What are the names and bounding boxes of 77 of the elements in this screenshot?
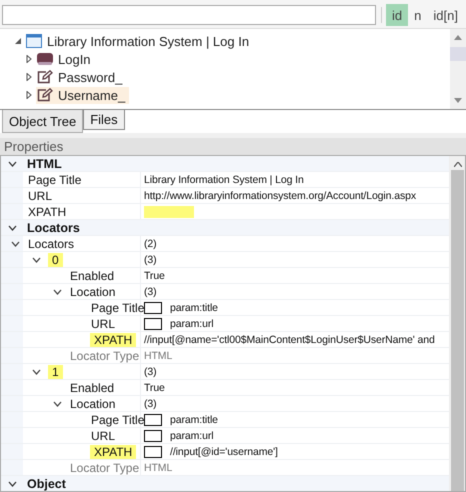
collapse-chevron-icon[interactable] (32, 368, 40, 374)
property-value: True (144, 270, 165, 282)
property-name: URL (27, 188, 54, 202)
property-name: Page Title (90, 300, 146, 314)
filter-toggle[interactable]: id[n] (427, 4, 464, 26)
collapse-chevron-icon[interactable] (52, 400, 62, 406)
tab[interactable]: Object Tree (2, 110, 84, 133)
category-label: Object (27, 476, 66, 490)
expanded-arrow-icon[interactable] (14, 37, 22, 45)
property-name: Locators (27, 236, 76, 250)
scrollbar[interactable] (450, 29, 466, 109)
property-value: Library Information System | Log In (144, 174, 304, 186)
property-value: HTML (144, 350, 172, 362)
collapse-chevron-icon[interactable] (8, 160, 17, 166)
parameter-checkbox[interactable] (144, 414, 162, 426)
property-name: 0 (48, 252, 63, 266)
property-name: Page Title (27, 172, 82, 186)
property-value: param:title (170, 414, 218, 426)
button-icon (37, 53, 53, 65)
edit-icon (37, 88, 53, 102)
property-value: (3) (144, 398, 157, 410)
collapse-chevron-icon[interactable] (8, 480, 17, 486)
property-name: XPATH (90, 444, 136, 458)
property-value: (3) (144, 254, 157, 266)
property-value: (2) (144, 238, 157, 250)
search-field[interactable] (2, 5, 376, 25)
property-value: (3) (144, 366, 157, 378)
category-label: HTML (27, 156, 62, 170)
property-value: http://www.libraryinformationsystem.org/Account/Login.aspx (144, 190, 416, 202)
tree-item[interactable]: LogIn (36, 50, 95, 68)
property-name: XPATH (90, 332, 136, 346)
property-name: Page Title (90, 412, 146, 426)
tree-item[interactable]: Library Information System | Log In (25, 32, 254, 50)
scroll-up-icon[interactable] (454, 35, 462, 40)
collapsed-arrow-icon[interactable] (25, 91, 33, 99)
collapsed-arrow-icon[interactable] (25, 55, 33, 63)
panel-header: Properties (0, 138, 466, 155)
property-name: Location (69, 396, 116, 410)
property-value: //input[@id='username'] (170, 446, 278, 458)
tree-item[interactable]: Password_ (36, 68, 126, 86)
property-name: Locator Type (69, 460, 140, 474)
parameter-checkbox[interactable] (144, 430, 162, 442)
scroll-up-icon[interactable] (454, 162, 462, 167)
property-value: (3) (144, 286, 157, 298)
filter-toggle[interactable]: n (408, 4, 428, 26)
property-name: URL (90, 316, 116, 330)
scrollbar-thumb[interactable] (450, 47, 466, 61)
property-name: Enabled (69, 268, 116, 282)
collapsed-arrow-icon[interactable] (25, 73, 33, 81)
edit-icon (37, 70, 53, 84)
parameter-checkbox[interactable] (144, 302, 162, 314)
tree-item[interactable]: Username_ (36, 86, 130, 104)
scrollbar-thumb[interactable] (451, 170, 464, 491)
property-name: Location (69, 284, 116, 298)
tab[interactable]: Files (83, 110, 125, 130)
property-value: param:title (170, 302, 218, 314)
property-name: 1 (48, 364, 63, 378)
scroll-down-icon[interactable] (454, 98, 462, 103)
collapse-chevron-icon[interactable] (10, 240, 20, 246)
property-value: param:url (170, 318, 214, 330)
collapse-chevron-icon[interactable] (32, 256, 40, 262)
property-value: True (144, 382, 165, 394)
filter-toggle[interactable]: id (386, 4, 408, 26)
property-value: param:url (170, 430, 214, 442)
property-name: Locator Type (69, 348, 140, 362)
parameter-checkbox[interactable] (144, 446, 162, 458)
parameter-checkbox[interactable] (144, 318, 162, 330)
window-icon (26, 34, 42, 48)
property-name: URL (90, 428, 116, 442)
collapse-chevron-icon[interactable] (52, 288, 62, 294)
property-value: HTML (144, 462, 172, 474)
category-label: Locators (27, 220, 80, 234)
property-name: XPATH (27, 204, 68, 218)
scrollbar[interactable] (449, 156, 465, 491)
collapse-chevron-icon[interactable] (8, 224, 17, 230)
property-name: Enabled (69, 380, 116, 394)
property-value: //input[@name='ctl00$MainContent$LoginUser$UserName' and (144, 334, 435, 346)
